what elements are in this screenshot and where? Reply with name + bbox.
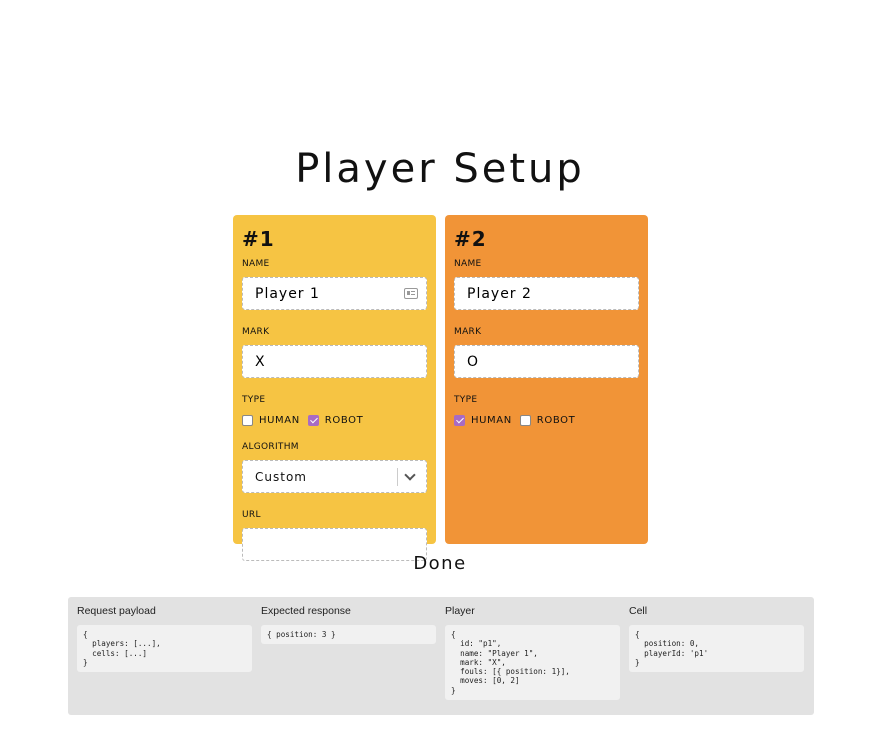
player-2-human-label[interactable]: HUMAN <box>471 415 512 426</box>
player-1-name-input[interactable] <box>255 285 414 302</box>
expected-response-code: { position: 3 } <box>261 625 436 645</box>
player-1-human-label[interactable]: HUMAN <box>259 415 300 426</box>
player-1-algorithm-value: Custom <box>255 469 307 484</box>
player-1-robot-label[interactable]: ROBOT <box>325 415 363 426</box>
player-1-mark-input[interactable] <box>255 353 414 370</box>
player-2-robot-checkbox[interactable] <box>519 414 531 426</box>
player-2-mark-field[interactable] <box>454 345 639 378</box>
player-1-algorithm-label: ALGORITHM <box>242 442 299 452</box>
page-title: Player Setup <box>295 146 585 192</box>
player-2-card: #2 NAME MARK TYPE HUMAN ROBOT <box>445 215 648 544</box>
player-1-type-label: TYPE <box>242 395 266 405</box>
chevron-down-icon[interactable] <box>404 468 416 481</box>
player-1-human-checkbox[interactable] <box>242 414 253 426</box>
player-2-human-checkbox[interactable] <box>454 414 465 426</box>
request-payload-section: Request payload { players: [...], cells:… <box>77 605 252 673</box>
contact-card-icon <box>404 288 418 299</box>
cell-schema-title: Cell <box>629 605 648 617</box>
player-2-mark-label: MARK <box>454 327 482 337</box>
cell-schema-section: Cell { position: 0, playerId: 'p1' } <box>629 605 804 673</box>
player-2-type-options: HUMAN ROBOT <box>454 413 639 427</box>
player-schema-section: Player { id: "p1", name: "Player 1", mar… <box>445 605 620 701</box>
player-1-mark-field[interactable] <box>242 345 427 378</box>
player-1-mark-label: MARK <box>242 327 270 337</box>
player-2-type-label: TYPE <box>454 395 478 405</box>
expected-response-title: Expected response <box>261 605 351 617</box>
player-schema-code: { id: "p1", name: "Player 1", mark: "X",… <box>445 625 620 701</box>
player-1-url-label: URL <box>242 510 261 520</box>
player-1-robot-checkbox[interactable] <box>307 414 319 426</box>
player-2-mark-input[interactable] <box>467 353 626 370</box>
title-word-tac: Tac <box>348 11 515 112</box>
player-1-algorithm-select[interactable]: Custom <box>242 460 427 493</box>
select-divider <box>397 467 398 486</box>
player-2-number: #2 <box>454 227 487 251</box>
player-schema-title: Player <box>445 605 475 617</box>
player-1-number: #1 <box>242 227 275 251</box>
player-2-name-input[interactable] <box>467 285 626 302</box>
title-word-tic: Tic <box>168 11 321 112</box>
game-title: Tic Tac Toe <box>0 11 880 112</box>
request-payload-code: { players: [...], cells: [...] } <box>77 625 252 673</box>
player-1-url-input[interactable] <box>255 536 414 553</box>
title-word-toe: Toe <box>542 11 711 112</box>
player-2-robot-label[interactable]: ROBOT <box>537 415 575 426</box>
player-1-name-label: NAME <box>242 259 270 269</box>
request-payload-title: Request payload <box>77 605 156 617</box>
player-2-name-field[interactable] <box>454 277 639 310</box>
cell-schema-code: { position: 0, playerId: 'p1' } <box>629 625 804 673</box>
player-2-name-label: NAME <box>454 259 482 269</box>
player-1-card: #1 NAME MARK TYPE HUMAN ROBOT ALGORITHM … <box>233 215 436 561</box>
expected-response-section: Expected response { position: 3 } <box>261 605 436 645</box>
player-1-type-options: HUMAN ROBOT <box>242 413 427 427</box>
done-button[interactable]: Done <box>0 553 880 574</box>
player-1-name-field[interactable] <box>242 277 427 310</box>
api-reference-panel: Request payload { players: [...], cells:… <box>68 597 814 715</box>
